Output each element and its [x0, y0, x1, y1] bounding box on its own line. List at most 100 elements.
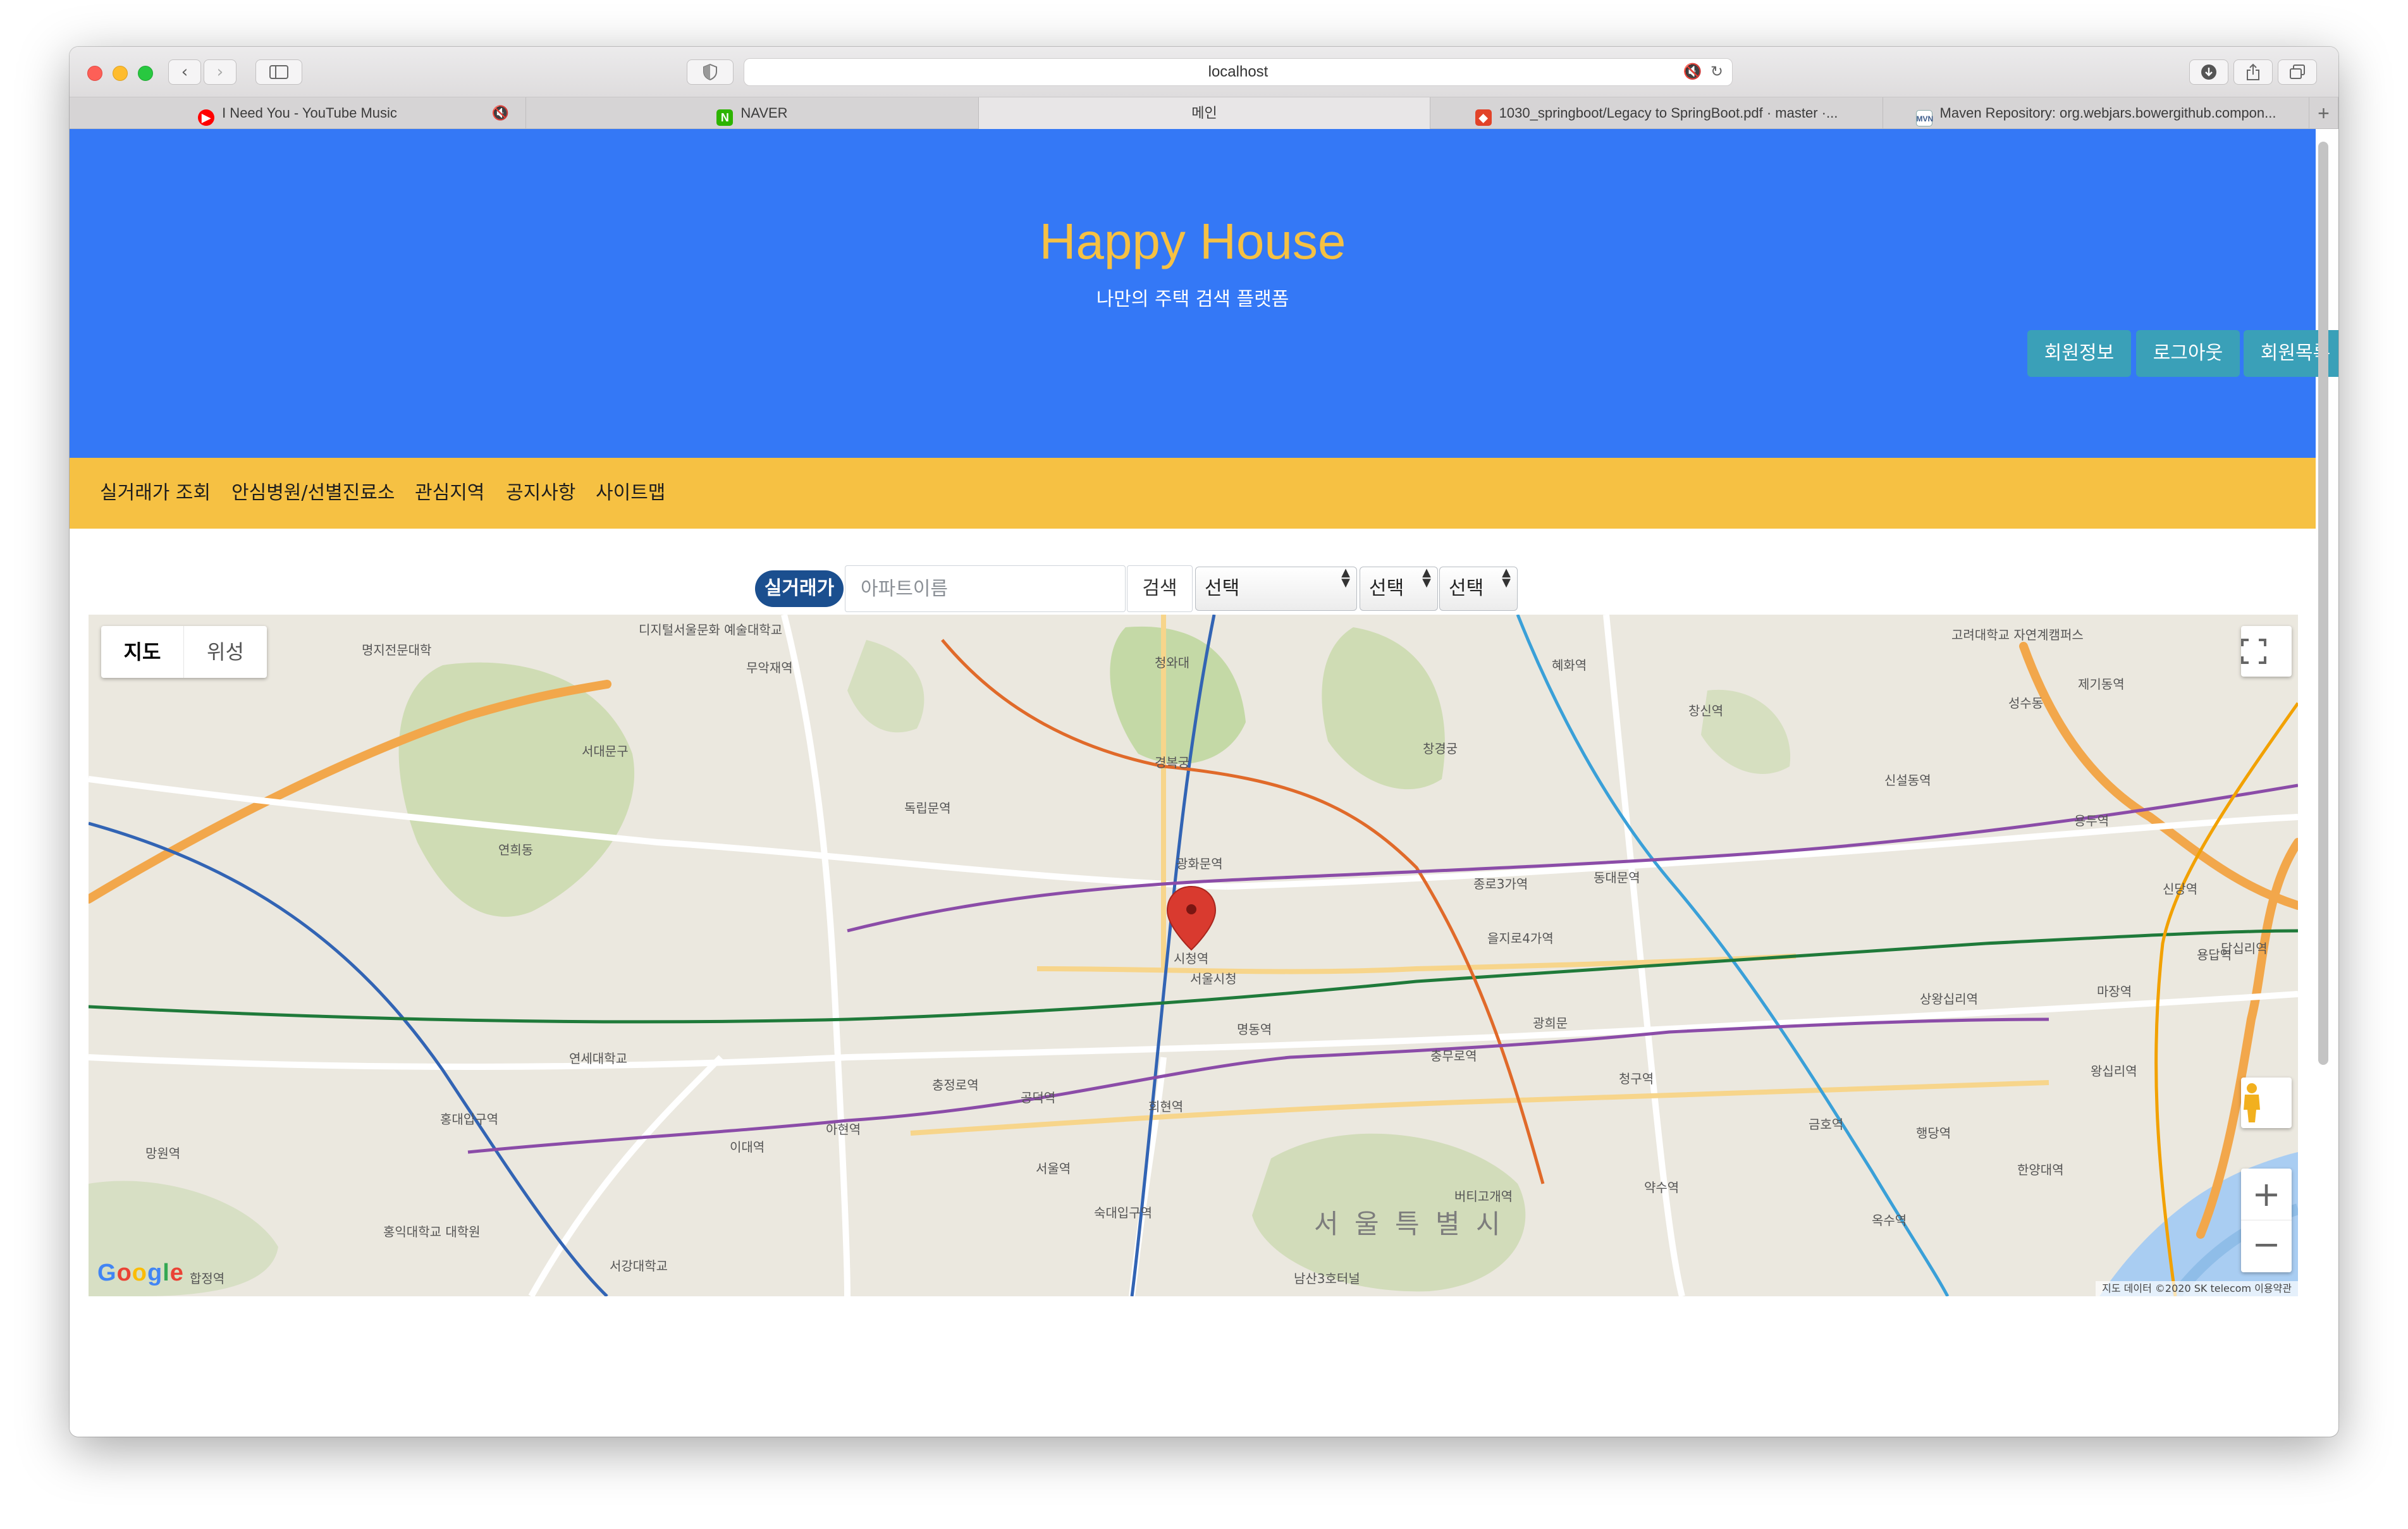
map-label: 연세대학교 — [569, 1051, 627, 1066]
map-type-satellite-button[interactable]: 위성 — [183, 626, 267, 678]
nav-item-interest-area[interactable]: 관심지역 — [415, 458, 484, 529]
search-button[interactable]: 검색 — [1127, 565, 1193, 612]
tab-label: I Need You - YouTube Music — [222, 105, 397, 121]
new-tab-button[interactable]: + — [2309, 97, 2338, 129]
sidebar-icon — [269, 65, 288, 79]
map-label: 금호역 — [1809, 1117, 1844, 1132]
map-label: 이대역 — [730, 1139, 765, 1155]
map-label: 신당역 — [2163, 881, 2198, 897]
privacy-report-button[interactable] — [687, 59, 734, 85]
gitlab-icon: ◆ — [1475, 109, 1492, 126]
logout-button[interactable]: 로그아웃 — [2136, 330, 2240, 377]
map-label: 마장역 — [2097, 984, 2132, 999]
page-scrollbar[interactable] — [2318, 142, 2328, 1065]
map-label: 시청역 — [1174, 951, 1209, 966]
nav-item-sitemap[interactable]: 사이트맵 — [596, 458, 665, 529]
map-label: 무악재역 — [746, 660, 793, 675]
map-label: 용두역 — [2074, 813, 2110, 828]
browser-toolbar: ‹ › localhost 🔇 ↻ — [70, 47, 2338, 97]
map-label: 신설동역 — [1884, 773, 1931, 788]
map-label: 망원역 — [145, 1146, 181, 1161]
map-label: 명지전문대학 — [362, 642, 432, 658]
map-label: 명동역 — [1237, 1022, 1272, 1037]
tab-youtube-music[interactable]: ▶ I Need You - YouTube Music 🔇 — [70, 97, 526, 129]
zoom-out-button[interactable]: − — [2241, 1220, 2292, 1272]
map-label: 버티고개역 — [1454, 1189, 1513, 1204]
zoom-control: + − — [2241, 1169, 2292, 1272]
tab-main[interactable]: 메인 — [979, 97, 1430, 129]
minimize-window-button[interactable] — [113, 66, 128, 81]
dong-select[interactable]: 선택 ▲ ▼ — [1439, 567, 1518, 611]
tab-maven[interactable]: MVN Maven Repository: org.webjars.bowergi… — [1883, 97, 2309, 129]
nav-item-notice[interactable]: 공지사항 — [506, 458, 575, 529]
google-map[interactable]: 서 울 특 별 시 명지전문대학 디지털서울문화 예술대학교 무악재역 독립문역… — [89, 615, 2298, 1296]
district-select[interactable]: 선택 ▲ ▼ — [1360, 567, 1438, 611]
map-label: 왕십리역 — [2091, 1064, 2137, 1079]
map-district-label: 서 울 특 별 시 — [1314, 1208, 1504, 1239]
map-label: 서강대학교 — [610, 1258, 668, 1274]
minus-icon: − — [2252, 1224, 2281, 1264]
download-icon — [2201, 64, 2216, 80]
map-type-map-button[interactable]: 지도 — [101, 626, 183, 678]
downloads-button[interactable] — [2189, 59, 2228, 85]
map-label: 제기동역 — [2078, 677, 2125, 692]
map-label: 답십리역 — [2221, 941, 2268, 956]
tab-label: NAVER — [740, 105, 788, 121]
browser-window: ‹ › localhost 🔇 ↻ ▶ I Need You - YouTube … — [70, 47, 2338, 1437]
map-attribution[interactable]: 지도 데이터 ©2020 SK telecom 이용약관 — [2096, 1281, 2298, 1296]
tab-naver[interactable]: N NAVER — [526, 97, 979, 129]
district-select-value: 선택 — [1369, 577, 1404, 599]
nav-item-deal-price[interactable]: 실거래가 조회 — [100, 458, 211, 529]
map-label: 충무로역 — [1430, 1048, 1477, 1064]
map-label: 청구역 — [1619, 1071, 1654, 1086]
chevron-right-icon: › — [216, 63, 224, 82]
map-label: 독립문역 — [904, 801, 951, 816]
sidebar-toggle-button[interactable] — [255, 59, 302, 85]
naver-icon: N — [716, 109, 734, 126]
zoom-in-button[interactable]: + — [2241, 1169, 2292, 1220]
tab-label: 1030_springboot/Legacy to SpringBoot.pdf… — [1499, 105, 1838, 121]
map-label: 옥수역 — [1872, 1213, 1907, 1228]
speaker-muted-icon[interactable]: 🔇 — [492, 97, 509, 129]
map-label: 혜화역 — [1552, 658, 1587, 673]
map-label: 홍대입구역 — [440, 1112, 498, 1127]
address-bar[interactable]: localhost 🔇 ↻ — [744, 58, 1733, 86]
zoom-window-button[interactable] — [138, 66, 153, 81]
tab-overview-button[interactable] — [2278, 59, 2317, 85]
fullscreen-icon — [2241, 639, 2266, 664]
map-label: 연희동 — [498, 842, 534, 857]
map-label: 서울시청 — [1190, 971, 1237, 986]
fullscreen-button[interactable] — [2241, 626, 2292, 677]
nav-item-safe-hospital[interactable]: 안심병원/선별진료소 — [231, 458, 395, 529]
map-label: 약수역 — [1644, 1180, 1680, 1195]
map-label: 광희문 — [1533, 1016, 1568, 1031]
plus-icon: + — [2318, 102, 2330, 125]
street-view-pegman-button[interactable] — [2241, 1078, 2292, 1128]
tab-label: 메인 — [1191, 105, 1217, 121]
map-label: 합정역 — [190, 1271, 225, 1286]
city-select[interactable]: 선택 ▲ ▼ — [1195, 567, 1357, 611]
map-label: 창신역 — [1688, 703, 1724, 718]
share-button[interactable] — [2233, 59, 2273, 85]
speaker-muted-icon[interactable]: 🔇 — [1683, 63, 1702, 80]
member-info-button[interactable]: 회원정보 — [2027, 330, 2131, 377]
back-button[interactable]: ‹ — [168, 59, 201, 85]
map-label: 회현역 — [1148, 1099, 1184, 1114]
reload-icon[interactable]: ↻ — [1711, 63, 1723, 80]
updown-arrow-icon: ▲ ▼ — [1341, 566, 1350, 589]
map-label: 광화문역 — [1176, 856, 1223, 871]
plus-icon: + — [2252, 1174, 2281, 1214]
map-label: 서울역 — [1036, 1161, 1071, 1176]
map-label: 성수동 — [2008, 696, 2044, 711]
map-label: 청와대 — [1155, 655, 1190, 670]
site-header: Happy House 나만의 주택 검색 플랫폼 회원정보 로그아웃 회원목록 — [70, 129, 2338, 458]
nav-bar: 실거래가 조회 안심병원/선별진료소 관심지역 공지사항 사이트맵 — [70, 458, 2316, 529]
map-label: 홍익대학교 대학원 — [383, 1224, 481, 1239]
forward-button[interactable]: › — [204, 59, 236, 85]
close-window-button[interactable] — [87, 66, 102, 81]
apartment-name-input[interactable] — [845, 565, 1126, 612]
map-label: 아현역 — [826, 1122, 861, 1137]
tab-gitlab[interactable]: ◆ 1030_springboot/Legacy to SpringBoot.pd… — [1430, 97, 1883, 129]
pegman-icon — [2244, 1083, 2260, 1122]
map-label: 충정로역 — [932, 1078, 979, 1093]
